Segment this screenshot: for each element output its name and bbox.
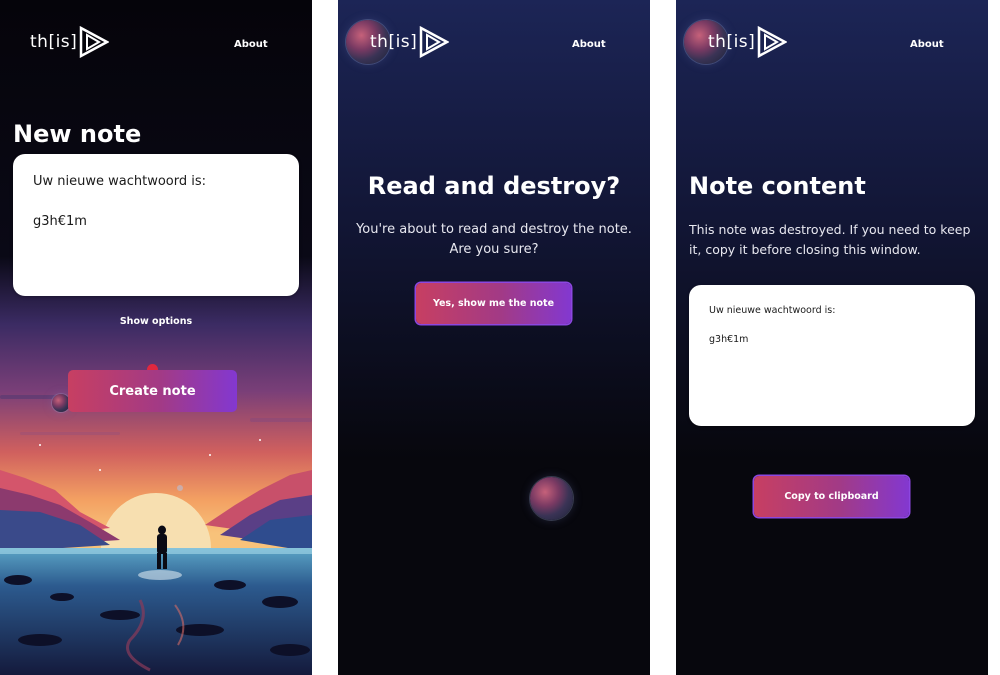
note-content-screen: th[is] About Note content This note was … bbox=[676, 0, 988, 675]
confirm-message-line2: Are you sure? bbox=[449, 242, 539, 257]
note-text-line2: g3h€1m bbox=[709, 334, 749, 345]
note-textarea[interactable]: Uw nieuwe wachtwoord is: g3h€1m bbox=[13, 154, 299, 296]
brand-logo[interactable]: th[is] bbox=[370, 26, 450, 58]
confirm-message-line1: You're about to read and destroy the not… bbox=[356, 222, 632, 237]
about-link[interactable]: About bbox=[572, 39, 606, 50]
logo-text: th[is] bbox=[30, 32, 78, 52]
play-triangle-icon bbox=[80, 26, 110, 58]
play-triangle-icon bbox=[758, 26, 788, 58]
confirm-read-button[interactable]: Yes, show me the note bbox=[416, 283, 571, 324]
about-link[interactable]: About bbox=[234, 39, 268, 50]
page-title: Read and destroy? bbox=[367, 172, 621, 200]
copy-to-clipboard-button[interactable]: Copy to clipboard bbox=[754, 476, 909, 517]
logo-text: th[is] bbox=[370, 32, 418, 52]
logo-text: th[is] bbox=[708, 32, 756, 52]
brand-logo[interactable]: th[is] bbox=[708, 26, 788, 58]
confirm-message: You're about to read and destroy the not… bbox=[338, 220, 650, 260]
note-content-box[interactable]: Uw nieuwe wachtwoord is: g3h€1m bbox=[689, 285, 975, 426]
destroyed-message-line1: This note was destroyed. If you need to … bbox=[689, 222, 971, 237]
note-text-line1: Uw nieuwe wachtwoord is: bbox=[33, 174, 207, 189]
destroyed-message-line2: it, copy it before closing this window. bbox=[689, 242, 921, 257]
planet-orb bbox=[530, 477, 573, 520]
brand-logo[interactable]: th[is] bbox=[30, 26, 110, 58]
new-note-screen: th[is] About New note Uw nieuwe wachtwoo… bbox=[0, 0, 312, 675]
play-triangle-icon bbox=[420, 26, 450, 58]
page-title: New note bbox=[13, 120, 142, 148]
about-link[interactable]: About bbox=[910, 39, 944, 50]
create-note-button[interactable]: Create note bbox=[68, 370, 237, 412]
destroyed-message: This note was destroyed. If you need to … bbox=[689, 220, 984, 260]
landscape-illustration bbox=[0, 0, 312, 675]
page-title: Note content bbox=[689, 172, 866, 200]
read-and-destroy-screen: th[is] About Read and destroy? You're ab… bbox=[338, 0, 650, 675]
show-options-link[interactable]: Show options bbox=[0, 316, 312, 327]
note-text-line2: g3h€1m bbox=[33, 214, 87, 229]
note-text-line1: Uw nieuwe wachtwoord is: bbox=[709, 305, 836, 316]
